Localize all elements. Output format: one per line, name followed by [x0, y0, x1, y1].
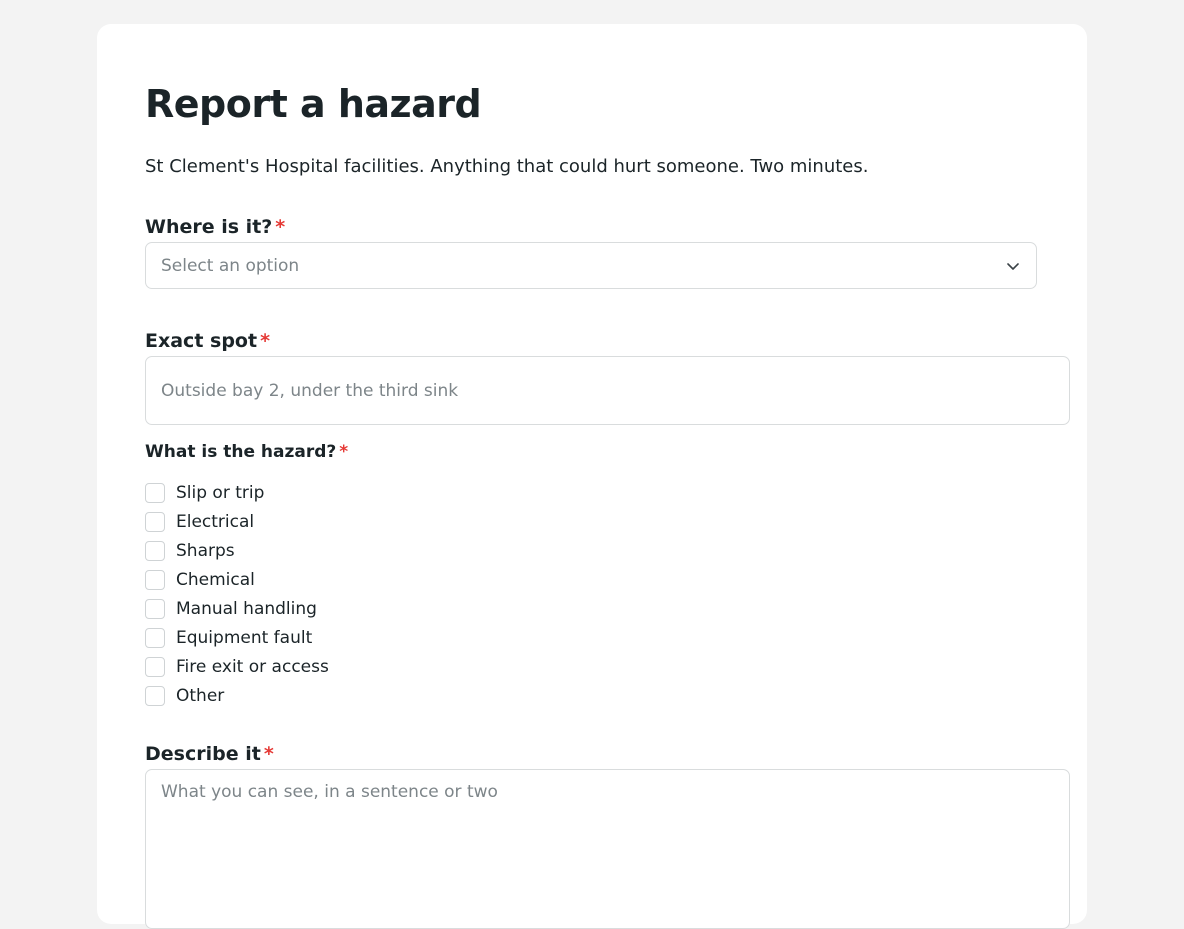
- required-marker: *: [263, 743, 274, 765]
- hazard-option[interactable]: Fire exit or access: [145, 652, 329, 681]
- location-label-text: Where is it?: [145, 216, 273, 238]
- chevron-down-icon: [1007, 263, 1019, 270]
- spot-input-placeholder: Outside bay 2, under the third sink: [161, 381, 459, 401]
- checkbox[interactable]: [145, 627, 165, 648]
- hazard-option-label[interactable]: Electrical: [176, 510, 254, 534]
- hazard-option[interactable]: Manual handling: [145, 594, 329, 623]
- required-marker: *: [275, 216, 286, 238]
- checkbox[interactable]: [145, 511, 165, 532]
- hazard-label: What is the hazard? *: [145, 440, 348, 464]
- location-label: Where is it? *: [145, 215, 285, 239]
- checkbox[interactable]: [145, 685, 165, 706]
- hazard-option-label[interactable]: Slip or trip: [176, 481, 264, 505]
- page-subtitle: St Clement's Hospital facilities. Anythi…: [145, 156, 869, 177]
- hazard-option-label[interactable]: Chemical: [176, 568, 255, 592]
- hazard-option-label[interactable]: Fire exit or access: [176, 655, 329, 679]
- checkbox[interactable]: [145, 482, 165, 503]
- hazard-option[interactable]: Sharps: [145, 536, 329, 565]
- hazard-label-text: What is the hazard?: [145, 442, 337, 462]
- hazard-option-label[interactable]: Other: [176, 684, 224, 708]
- checkbox[interactable]: [145, 569, 165, 590]
- description-textarea[interactable]: What you can see, in a sentence or two: [145, 769, 1070, 929]
- hazard-option-label[interactable]: Sharps: [176, 539, 235, 563]
- page-title: Report a hazard: [145, 82, 482, 126]
- spot-input[interactable]: Outside bay 2, under the third sink: [145, 356, 1070, 425]
- hazard-option[interactable]: Electrical: [145, 507, 329, 536]
- hazard-option-label[interactable]: Manual handling: [176, 597, 317, 621]
- checkbox[interactable]: [145, 540, 165, 561]
- description-label-text: Describe it: [145, 743, 261, 765]
- required-marker: *: [339, 442, 349, 462]
- hazard-option-label[interactable]: Equipment fault: [176, 626, 312, 650]
- spot-label: Exact spot *: [145, 329, 270, 353]
- checkbox[interactable]: [145, 598, 165, 619]
- description-label: Describe it *: [145, 742, 274, 766]
- location-select[interactable]: Select an option: [145, 242, 1037, 289]
- hazard-option[interactable]: Chemical: [145, 565, 329, 594]
- hazard-option[interactable]: Slip or trip: [145, 478, 329, 507]
- location-select-placeholder: Select an option: [161, 256, 300, 276]
- spot-label-text: Exact spot: [145, 330, 258, 352]
- hazard-option[interactable]: Other: [145, 681, 329, 710]
- form-card: Report a hazard St Clement's Hospital fa…: [97, 24, 1087, 929]
- description-placeholder: What you can see, in a sentence or two: [161, 782, 498, 802]
- hazard-checkbox-group: Slip or trip Electrical Sharps Chemical …: [145, 478, 329, 710]
- hazard-option[interactable]: Equipment fault: [145, 623, 329, 652]
- checkbox[interactable]: [145, 656, 165, 677]
- required-marker: *: [260, 330, 270, 352]
